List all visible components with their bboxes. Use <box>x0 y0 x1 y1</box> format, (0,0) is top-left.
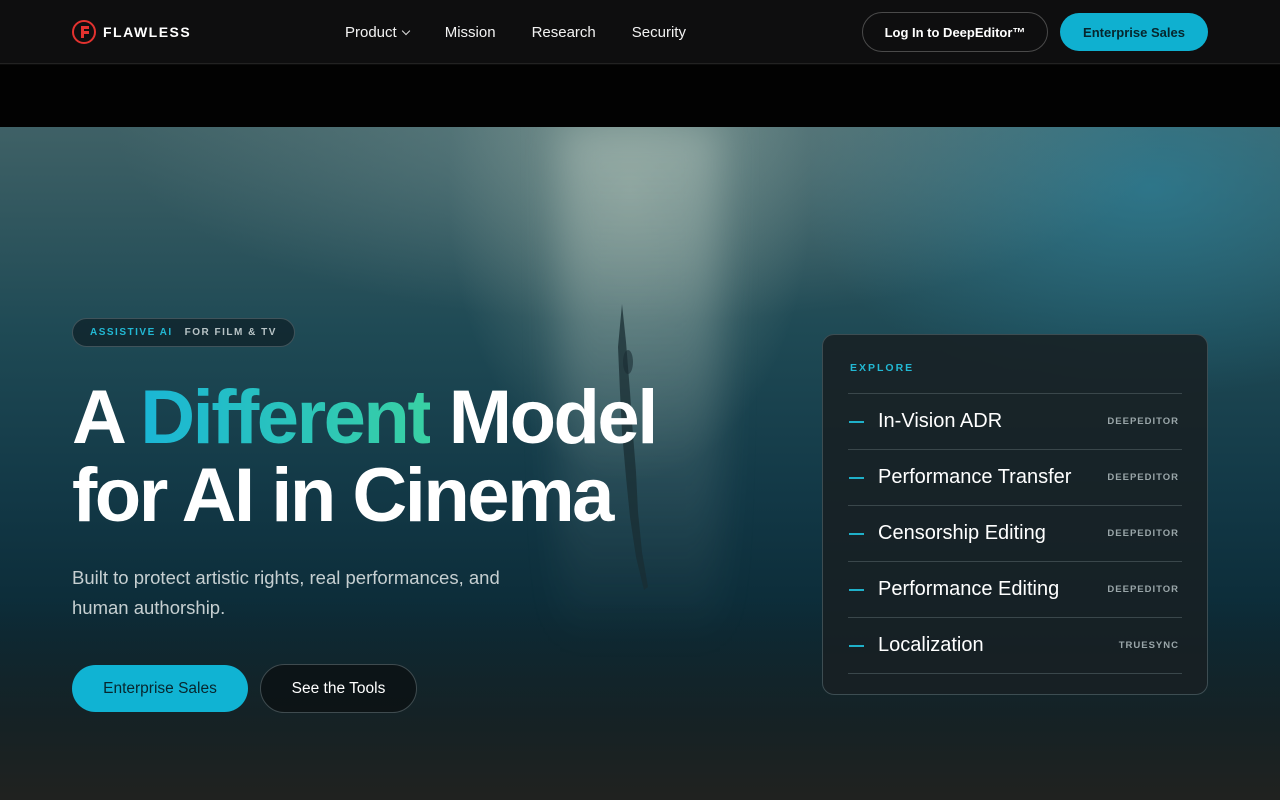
dash-icon <box>849 644 864 647</box>
headline-part2: Model <box>430 375 659 460</box>
explore-title: EXPLORE <box>850 362 915 374</box>
explore-item-label: Performance Transfer <box>878 466 1072 488</box>
brand-name: FLAWLESS <box>103 24 192 40</box>
top-nav: FLAWLESS Product Mission Research Securi… <box>0 0 1280 64</box>
nav-item-label: Mission <box>444 23 496 41</box>
login-button[interactable]: Log In to DeepEditor™ <box>862 12 1048 52</box>
explore-item-censorship-editing[interactable]: Censorship Editing DEEPEDITOR <box>848 506 1182 562</box>
explore-item-label: Censorship Editing <box>878 522 1046 544</box>
explore-panel: EXPLORE In-Vision ADR DEEPEDITOR Perform… <box>822 334 1208 695</box>
hero-headline: A Different Model for AI in Cinema <box>72 379 658 538</box>
explore-item-label: Localization <box>878 634 984 656</box>
explore-item-tag: TRUESYNC <box>1118 640 1179 651</box>
flawless-logo-icon <box>72 20 96 44</box>
explore-item-performance-transfer[interactable]: Performance Transfer DEEPEDITOR <box>848 450 1182 506</box>
explore-item-tag: DEEPEDITOR <box>1107 416 1179 427</box>
nav-item-security[interactable]: Security <box>632 24 686 41</box>
badge-secondary: FOR FILM & TV <box>184 327 277 338</box>
chevron-down-icon <box>401 26 410 35</box>
see-tools-button[interactable]: See the Tools <box>260 664 417 713</box>
nav-item-mission[interactable]: Mission <box>445 24 496 41</box>
dash-icon <box>849 420 864 423</box>
explore-item-label: Performance Editing <box>878 578 1060 600</box>
explore-item-tag: DEEPEDITOR <box>1107 472 1179 483</box>
explore-item-performance-editing[interactable]: Performance Editing DEEPEDITOR <box>848 562 1182 618</box>
dash-icon <box>849 532 864 535</box>
dash-icon <box>849 476 864 479</box>
black-banner <box>0 65 1280 127</box>
nav-links: Product Mission Research Security <box>345 0 686 64</box>
headline-line2: for AI in Cinema <box>72 453 614 538</box>
explore-list: In-Vision ADR DEEPEDITOR Performance Tra… <box>848 393 1182 674</box>
hero-subtitle: Built to protect artistic rights, real p… <box>72 567 500 618</box>
hero-section: ASSISTIVE AI FOR FILM & TV A Different M… <box>0 127 1280 800</box>
hero-badge: ASSISTIVE AI FOR FILM & TV <box>72 318 295 347</box>
enterprise-sales-nav-button[interactable]: Enterprise Sales <box>1060 13 1208 51</box>
explore-item-label: In-Vision ADR <box>878 410 1003 432</box>
nav-item-label: Product <box>345 23 397 41</box>
nav-item-label: Security <box>631 23 686 41</box>
badge-primary: ASSISTIVE AI <box>90 327 173 338</box>
headline-accent: Different <box>140 375 432 460</box>
explore-item-in-vision-adr[interactable]: In-Vision ADR DEEPEDITOR <box>848 394 1182 450</box>
nav-item-research[interactable]: Research <box>532 24 596 41</box>
enterprise-sales-button[interactable]: Enterprise Sales <box>72 665 248 712</box>
headline-part1: A <box>72 375 141 460</box>
dash-icon <box>849 588 864 591</box>
nav-item-label: Research <box>531 23 596 41</box>
explore-item-tag: DEEPEDITOR <box>1107 528 1179 539</box>
nav-item-product[interactable]: Product <box>345 23 410 41</box>
brand-logo[interactable]: FLAWLESS <box>72 20 191 44</box>
explore-item-localization[interactable]: Localization TRUESYNC <box>848 618 1182 674</box>
explore-item-tag: DEEPEDITOR <box>1107 584 1179 595</box>
